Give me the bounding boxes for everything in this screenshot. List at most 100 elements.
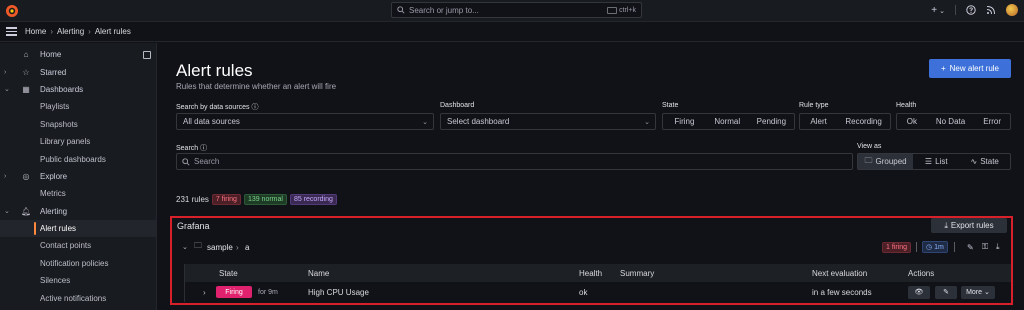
sidebar-item-playlists[interactable]: Playlists [0,98,156,115]
group-firing-badge: 1 firing [882,241,912,253]
rule-name[interactable]: High CPU Usage [308,288,369,297]
user-avatar[interactable] [1006,4,1018,16]
state-option-normal[interactable]: Normal [706,114,749,129]
search-placeholder: Search or jump to... [409,5,479,15]
state-filter-label: State [662,102,679,109]
sidebar-item-starred[interactable]: › ☆ Starred [0,63,156,80]
sidebar-item-contact-points[interactable]: Contact points [0,237,156,254]
eye-icon: 👁︎ [914,289,924,296]
health-option-error[interactable]: Error [974,114,1010,129]
ruletype-option-alert[interactable]: Alert [800,114,837,129]
breadcrumb-alert-rules: Alert rules [94,27,131,36]
sidebar-item-label: Snapshots [40,119,78,129]
sidebar-item-library-panels[interactable]: Library panels [0,133,156,150]
info-icon: ⓘ [251,104,259,111]
search-placeholder: Search [194,157,220,166]
sidebar-item-dashboards[interactable]: ⌄ ▦ Dashboards [0,81,156,98]
keyboard-icon [607,6,618,14]
chevron-down-icon[interactable]: ⌄ [182,243,188,251]
breadcrumb-home[interactable]: Home [25,27,46,36]
sidebar-item-label: Home [40,50,62,60]
button-label: New alert rule [949,64,1000,73]
folder-name[interactable]: sample [207,243,233,252]
sidebar-item-snapshots[interactable]: Snapshots [0,116,156,133]
star-icon: ☆ [22,67,30,77]
option-label: State [980,157,999,166]
state-option-pending[interactable]: Pending [749,114,794,129]
chevron-down-icon[interactable]: ⌄ [4,207,10,215]
compass-icon: ◎ [22,171,30,181]
chevron-right-icon[interactable]: › [4,173,6,180]
view-state-option[interactable]: ∿ State [959,154,1010,169]
datasource-select[interactable]: All data sources ⌄ [176,113,434,130]
sidebar-item-alert-rules[interactable]: Alert rules [0,219,156,238]
view-grouped-option[interactable]: 🗀︎ Grouped [858,154,914,169]
health-filter-label: Health [896,102,917,109]
sidebar-item-alerting[interactable]: ⌄ 🔔︎ Alerting [0,203,156,220]
header-summary: Summary [620,268,655,278]
grafana-logo-icon[interactable] [5,4,19,18]
permissions-icon[interactable]: ⚿ [982,242,988,252]
add-new-button[interactable]: + ⌄ [931,5,945,16]
button-label: Export rules [950,221,994,230]
firing-count-badge: 7 firing [211,194,241,205]
page-title: Alert rules [176,61,253,80]
rule-search-input[interactable]: Search [176,153,853,170]
global-search-input[interactable]: Search or jump to... ctrl+k [391,2,642,18]
edit-rule-button[interactable]: ✎ [935,285,957,299]
breadcrumb-alerting[interactable]: Alerting [57,27,84,36]
rule-health: ok [579,287,588,297]
sidebar-item-public-dashboards[interactable]: Public dashboards [0,150,156,167]
sidebar-item-label: Silences [40,276,71,286]
menu-toggle-icon[interactable] [6,27,17,36]
health-option-ok[interactable]: Ok [897,114,927,129]
grafana-rules-section: Grafana ⤓ Export rules ⌄ 🗀︎ sample › a 1… [170,216,1013,305]
rule-group-row: ⌄ 🗀︎ sample › a 1 firing ◷ 1m ✎ ⚿ ⤓ [172,236,1011,258]
rules-summary: 231 rules 7 firing 139 normal 85 recordi… [176,194,337,205]
ruletype-option-recording[interactable]: Recording [837,114,890,129]
state-option-firing[interactable]: Firing [663,114,706,129]
chevron-down-icon[interactable]: ⌄ [4,85,10,93]
sidebar-item-metrics[interactable]: Metrics [0,185,156,202]
search-icon [397,6,405,14]
export-rules-button[interactable]: ⤓ Export rules [931,218,1007,233]
page-subtitle: Rules that determine whether an alert wi… [176,82,337,91]
view-as-group: 🗀︎ Grouped ☰ List ∿ State [857,153,1011,170]
sidebar-item-active-notifications[interactable]: Active notifications [0,289,156,306]
plus-icon: + [940,64,946,73]
state-badge: Firing [216,286,252,298]
rules-table-header: State Name Health Summary Next evaluatio… [184,264,1011,282]
top-right-actions: + ⌄ [931,4,1018,16]
sidebar-item-home[interactable]: ⌂ Home [0,46,156,63]
sidebar-item-explore[interactable]: › ◎ Explore [0,168,156,185]
chevron-down-icon: ⌄ [939,7,945,15]
dashboard-select[interactable]: Select dashboard ⌄ [440,113,656,130]
chevron-right-icon: › [236,242,239,252]
chevron-right-icon[interactable]: › [4,69,6,76]
divider [954,242,955,252]
table-row[interactable]: › Firing for 9m High CPU Usage ok in a f… [184,282,1011,302]
help-icon[interactable] [966,5,976,15]
export-group-icon[interactable]: ⤓ [996,242,1000,252]
divider [955,5,956,15]
breadcrumb: Home › Alerting › Alert rules [25,27,131,36]
edit-icon[interactable]: ✎ [967,243,974,252]
select-value: All data sources [183,117,240,126]
view-button[interactable]: 👁︎ [908,285,930,299]
view-list-option[interactable]: ☰ List [913,154,959,169]
chevron-right-icon[interactable]: › [203,288,206,297]
health-option-no-data[interactable]: No Data [927,114,975,129]
news-feed-icon[interactable] [986,5,996,15]
interval-badge: ◷ 1m [922,241,948,253]
search-label: Search ⓘ [176,145,208,152]
button-label: More [966,288,983,296]
sidebar-item-label: Metrics [40,189,66,199]
header-state: State [219,268,238,278]
new-alert-rule-button[interactable]: + New alert rule [929,59,1011,78]
dashboards-icon: ▦ [22,84,30,94]
more-button[interactable]: More ⌄ [961,285,995,299]
divider [916,242,917,252]
sidebar-item-notification-policies[interactable]: Notification policies [0,255,156,272]
sidebar-item-label: Dashboards [40,84,84,94]
sidebar-item-silences[interactable]: Silences [0,272,156,289]
